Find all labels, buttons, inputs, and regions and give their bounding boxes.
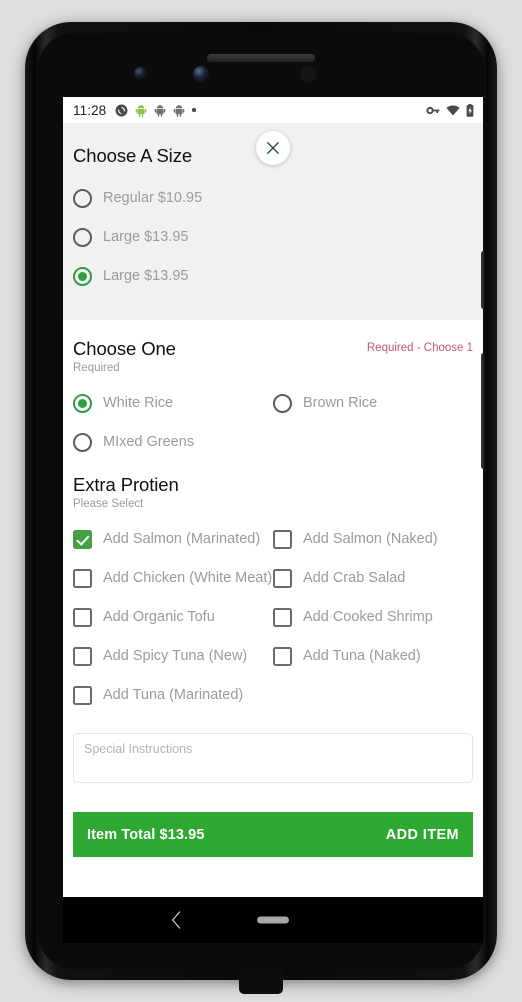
- android-navigation-bar: [63, 897, 483, 943]
- size-option-label: Large $13.95: [103, 228, 189, 245]
- home-indicator-pill[interactable]: [257, 916, 289, 924]
- battery-charging-icon: [466, 103, 474, 117]
- protein-option-label: Add Chicken (White Meat): [103, 569, 273, 586]
- grid-spacer: [273, 676, 473, 715]
- checkbox-icon[interactable]: [73, 686, 92, 705]
- choose-one-section: Choose One Required Required - Choose 1 …: [63, 320, 483, 468]
- grid-spacer: [273, 423, 473, 462]
- front-camera-icon: [193, 66, 209, 82]
- phone-body: 11:28 Choose A Size Regular $10.95 Large…: [38, 33, 484, 969]
- radio-icon[interactable]: [73, 189, 92, 208]
- extra-protein-option-grid: Add Salmon (Marinated) Add Salmon (Naked…: [63, 520, 483, 715]
- protein-option-crab-salad[interactable]: Add Crab Salad: [273, 559, 473, 598]
- phone-frame: 11:28 Choose A Size Regular $10.95 Large…: [25, 22, 497, 994]
- special-instructions-container: [63, 715, 483, 788]
- wifi-icon: [446, 105, 460, 115]
- protein-option-label: Add Spicy Tuna (New): [103, 647, 248, 664]
- checkbox-checked-icon[interactable]: [73, 530, 92, 549]
- protein-option-tuna-naked[interactable]: Add Tuna (Naked): [273, 637, 473, 676]
- proximity-sensor-icon: [134, 67, 147, 80]
- checkbox-icon[interactable]: [73, 608, 92, 627]
- choose-one-option-label: MIxed Greens: [103, 433, 195, 450]
- size-option-list: Regular $10.95 Large $13.95 Large $13.95: [63, 179, 483, 296]
- android-green-icon: [135, 104, 147, 117]
- status-bar-clock: 11:28: [73, 102, 107, 118]
- protein-option-label: Add Salmon (Marinated): [103, 530, 261, 547]
- choose-one-title: Choose One: [73, 338, 176, 359]
- chevron-left-icon[interactable]: [171, 911, 182, 929]
- vpn-key-icon: [426, 106, 440, 114]
- checkbox-icon[interactable]: [73, 569, 92, 588]
- radio-checked-icon[interactable]: [73, 394, 92, 413]
- ambient-sensor-icon: [300, 66, 317, 83]
- checkbox-icon[interactable]: [273, 530, 292, 549]
- choose-one-option-white-rice[interactable]: White Rice: [73, 384, 273, 423]
- protein-option-spicy-tuna-new[interactable]: Add Spicy Tuna (New): [73, 637, 273, 676]
- protein-option-salmon-naked[interactable]: Add Salmon (Naked): [273, 520, 473, 559]
- choose-one-option-label: Brown Rice: [303, 394, 378, 411]
- size-option-large-2[interactable]: Large $13.95: [63, 257, 483, 296]
- earpiece-speaker: [207, 54, 315, 62]
- protein-option-tuna-marinated[interactable]: Add Tuna (Marinated): [73, 676, 273, 715]
- sync-icon: [115, 104, 128, 116]
- add-item-label: ADD ITEM: [385, 826, 459, 843]
- add-item-button[interactable]: Item Total $13.95 ADD ITEM: [73, 812, 473, 857]
- protein-option-organic-tofu[interactable]: Add Organic Tofu: [73, 598, 273, 637]
- notification-dot-icon: [192, 108, 196, 112]
- required-badge: Required - Choose 1: [366, 342, 473, 354]
- extra-protein-subtitle: Please Select: [73, 498, 144, 510]
- radio-checked-icon[interactable]: [73, 267, 92, 286]
- special-instructions-input[interactable]: [73, 733, 473, 783]
- protein-option-label: Add Salmon (Naked): [303, 530, 438, 547]
- checkbox-icon[interactable]: [273, 647, 292, 666]
- checkbox-icon[interactable]: [273, 569, 292, 588]
- size-option-label: Large $13.95: [103, 267, 189, 284]
- radio-icon[interactable]: [273, 394, 292, 413]
- size-option-regular[interactable]: Regular $10.95: [63, 179, 483, 218]
- checkbox-icon[interactable]: [73, 647, 92, 666]
- protein-option-chicken-white-meat[interactable]: Add Chicken (White Meat): [73, 559, 273, 598]
- protein-option-cooked-shrimp[interactable]: Add Cooked Shrimp: [273, 598, 473, 637]
- extra-protein-section: Extra Protien Please Select Add Salmon (…: [63, 468, 483, 715]
- protein-option-label: Add Tuna (Naked): [303, 647, 421, 664]
- choose-one-header: Choose One Required Required - Choose 1: [63, 338, 483, 374]
- choose-one-option-brown-rice[interactable]: Brown Rice: [273, 384, 473, 423]
- android-gray-icon: [173, 104, 185, 117]
- checkbox-icon[interactable]: [273, 608, 292, 627]
- close-x-icon: [267, 142, 279, 154]
- size-option-large-1[interactable]: Large $13.95: [63, 218, 483, 257]
- status-bar-system-icons: [425, 97, 474, 123]
- protein-option-label: Add Crab Salad: [303, 569, 406, 586]
- protein-option-salmon-marinated[interactable]: Add Salmon (Marinated): [73, 520, 273, 559]
- protein-option-label: Add Cooked Shrimp: [303, 608, 433, 625]
- choose-one-subtitle: Required: [73, 362, 120, 374]
- protein-option-label: Add Tuna (Marinated): [103, 686, 244, 703]
- radio-icon[interactable]: [73, 433, 92, 452]
- item-total-label: Item Total $13.95: [87, 826, 205, 843]
- phone-screen: 11:28 Choose A Size Regular $10.95 Large…: [63, 97, 483, 897]
- size-option-label: Regular $10.95: [103, 189, 203, 206]
- choose-one-option-mixed-greens[interactable]: MIxed Greens: [73, 423, 273, 462]
- item-options-sheet: Choose A Size Regular $10.95 Large $13.9…: [63, 123, 483, 857]
- protein-option-label: Add Organic Tofu: [103, 608, 215, 625]
- choose-one-option-label: White Rice: [103, 394, 174, 411]
- charging-port: [239, 968, 283, 994]
- status-bar: 11:28: [63, 97, 483, 123]
- radio-icon[interactable]: [73, 228, 92, 247]
- extra-protein-title: Extra Protien: [73, 474, 179, 495]
- close-button[interactable]: [256, 131, 290, 165]
- android-gray-icon: [154, 104, 166, 117]
- volume-rocker-button[interactable]: [481, 353, 484, 469]
- choose-one-option-grid: White Rice Brown Rice MIxed Greens: [63, 384, 483, 462]
- power-button[interactable]: [481, 251, 484, 309]
- status-bar-notification-icons: [115, 104, 196, 117]
